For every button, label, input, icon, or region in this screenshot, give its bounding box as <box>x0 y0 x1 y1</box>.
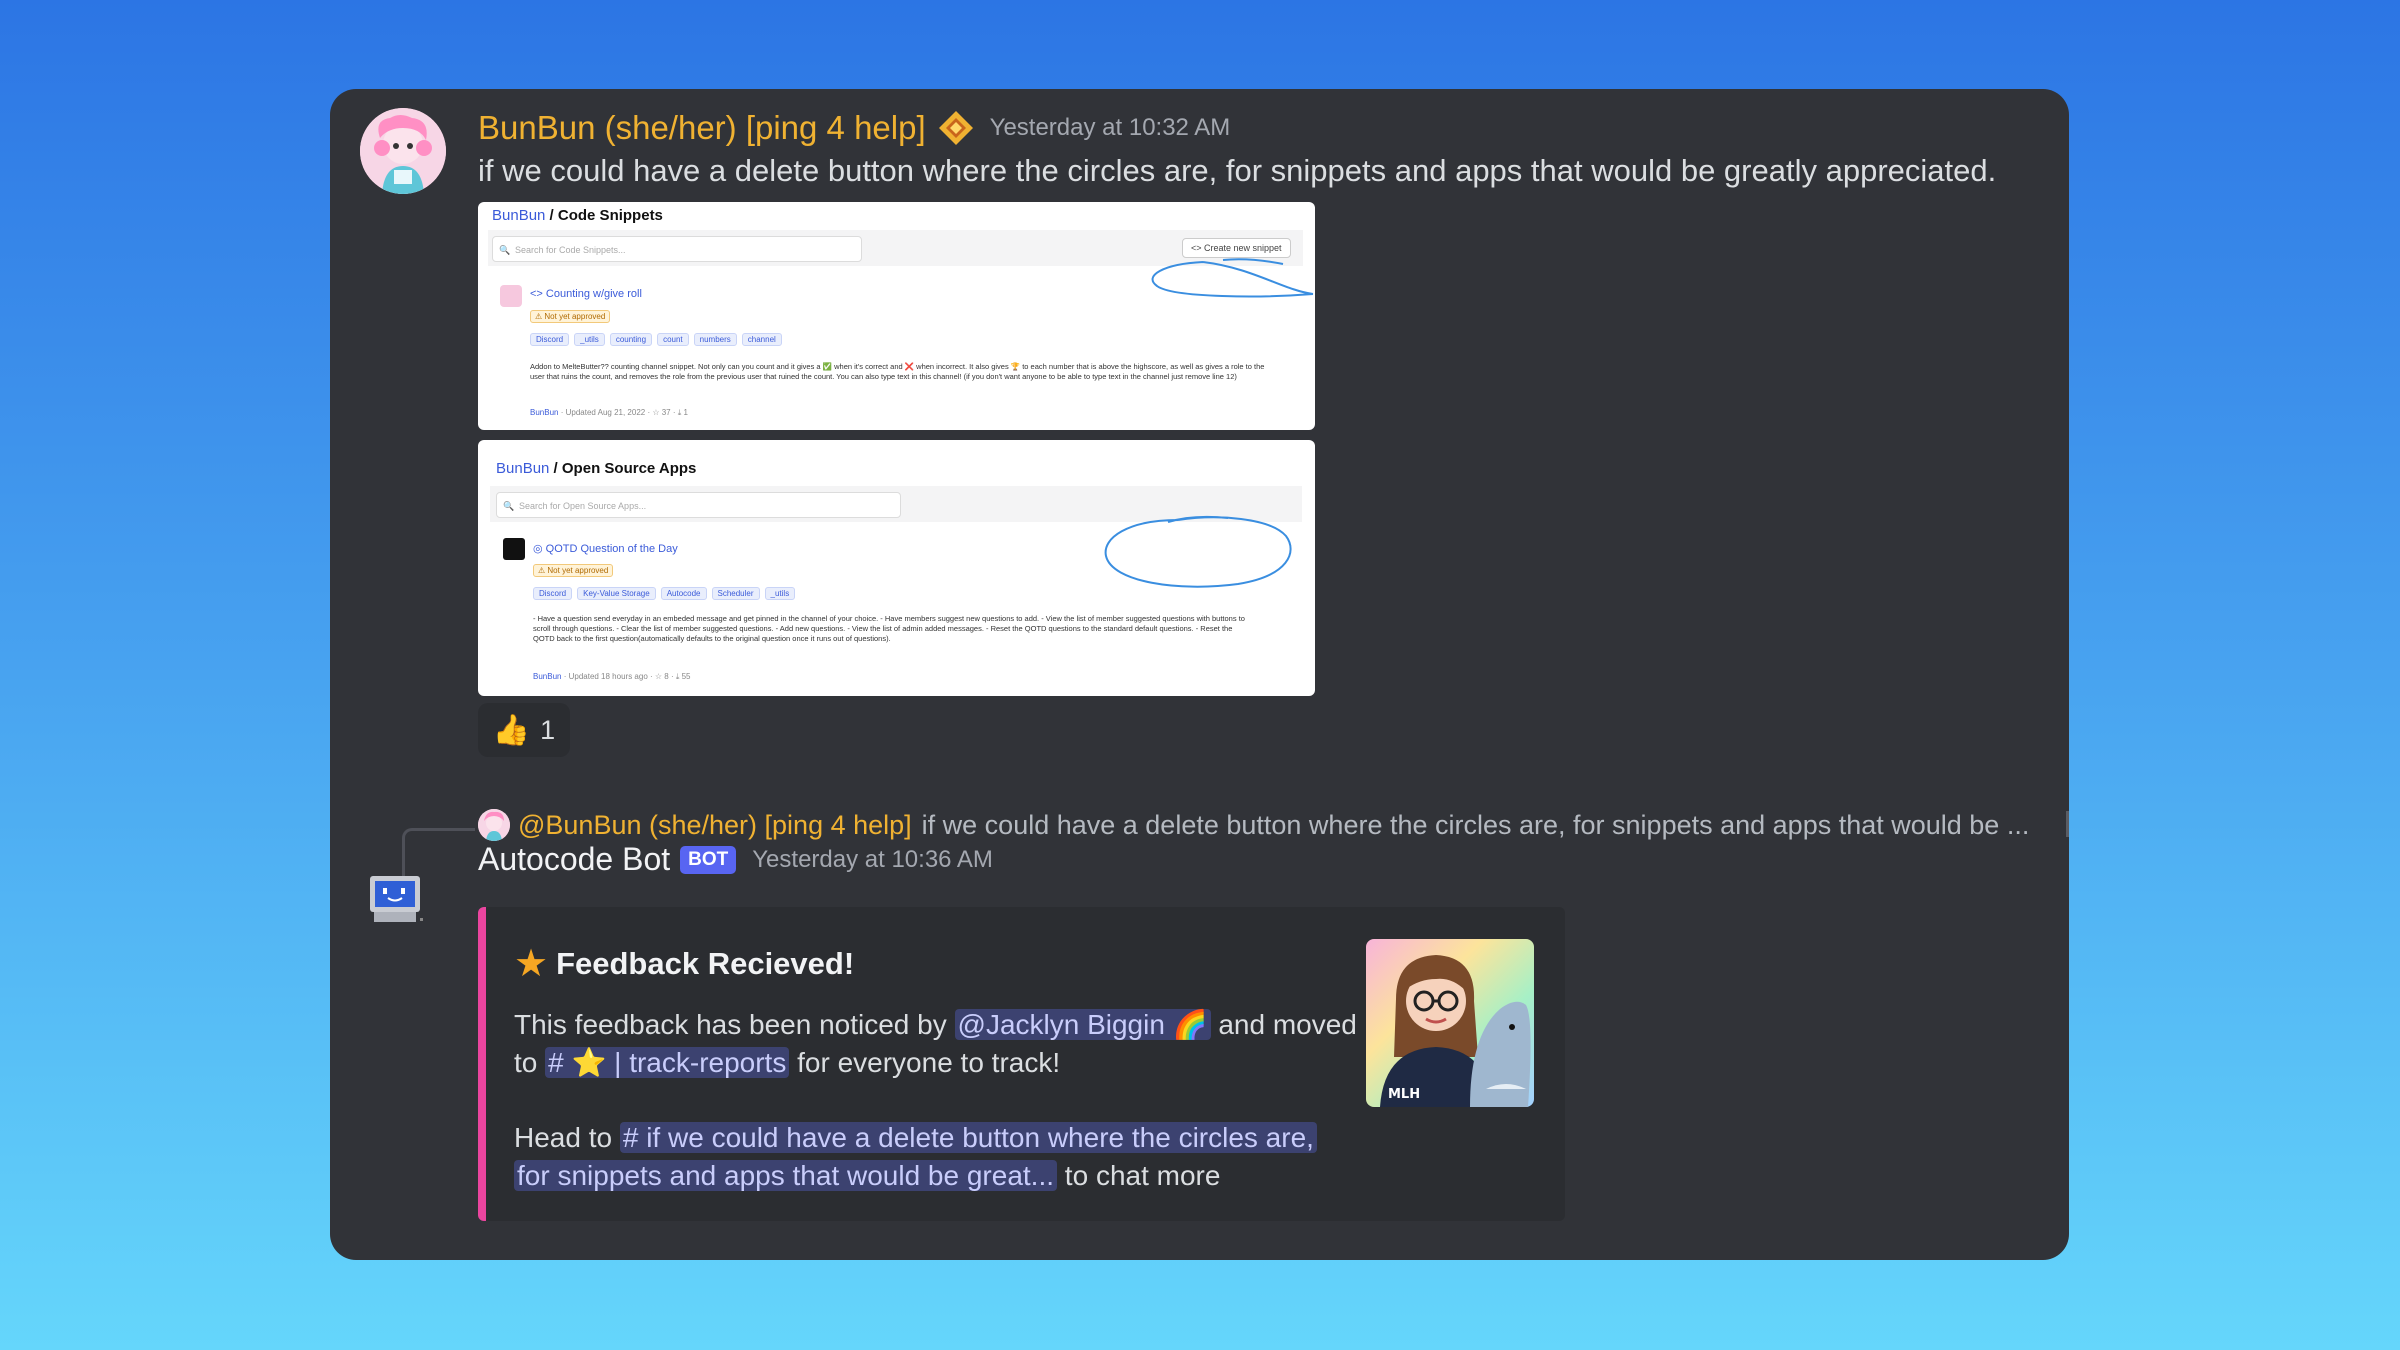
embed-line-3: Head to # if we could have a delete butt… <box>514 1119 1317 1157</box>
snippet-avatar <box>500 285 522 307</box>
thread-mention[interactable]: for snippets and apps that would be grea… <box>514 1160 1058 1191</box>
app-icon <box>503 538 525 560</box>
message-header: BunBun (she/her) [ping 4 help] Yesterday… <box>478 109 1230 147</box>
channel-mention[interactable]: # ⭐ | track-reports <box>545 1047 790 1078</box>
chat-window: BunBun (she/her) [ping 4 help] Yesterday… <box>330 89 2069 1260</box>
tag: Discord <box>530 333 570 346</box>
thumbs-up-icon: 👍 <box>492 713 531 747</box>
tag: Autocode <box>660 587 707 600</box>
gold-diamond-badge-icon <box>938 110 974 146</box>
tag: _utils <box>764 587 796 600</box>
message-timestamp: Yesterday at 10:32 AM <box>989 114 1231 141</box>
annotation-circle <box>1104 515 1292 588</box>
attachment-breadcrumb: BunBun / Code Snippets <box>492 207 663 224</box>
embed-line-2: to # ⭐ | track-reports for everyone to t… <box>514 1047 1061 1078</box>
message-header: Autocode Bot BOT Yesterday at 10:36 AM <box>478 841 993 878</box>
image-attachment-code-snippets[interactable]: BunBun / Code Snippets Search for Code S… <box>478 202 1315 430</box>
tag-list: Discord Key-Value Storage Autocode Sched… <box>533 587 796 600</box>
embed-line-4: for snippets and apps that would be grea… <box>514 1157 1220 1195</box>
tag: Scheduler <box>711 587 760 600</box>
username[interactable]: Autocode Bot <box>478 841 670 878</box>
reply-avatar <box>478 809 510 841</box>
tag: channel <box>741 333 782 346</box>
thread-mention[interactable]: # if we could have a delete button where… <box>619 1122 1317 1153</box>
tag: Discord <box>533 587 573 600</box>
reply-author[interactable]: @BunBun (she/her) [ping 4 help] <box>518 810 912 841</box>
tag: numbers <box>693 333 737 346</box>
user-avatar[interactable] <box>360 108 446 194</box>
snippet-description: Addon to MelteButter?? counting channel … <box>530 362 1265 381</box>
snippet-meta: BunBun · Updated Aug 21, 2022 · ☆ 37 · ⤓… <box>530 408 688 417</box>
app-title: ◎ QOTD Question of the Day <box>533 543 678 555</box>
status-badge: ⚠ Not yet approved <box>533 564 614 577</box>
feedback-embed: ★ Feedback Recieved! This feedback has b… <box>478 907 1565 1221</box>
attachment-search-input: Search for Code Snippets... <box>492 236 862 263</box>
star-icon: ★ <box>514 943 549 985</box>
image-attachment-open-source-apps[interactable]: BunBun / Open Source Apps Search for Ope… <box>478 440 1315 696</box>
tag: Key-Value Storage <box>577 587 656 600</box>
annotation-circle <box>1151 258 1314 298</box>
embed-line-1: This feedback has been noticed by @Jackl… <box>514 1009 1357 1040</box>
message-text: if we could have a delete button where t… <box>478 153 1997 188</box>
thumbnail-label: MLH <box>1388 1087 1421 1102</box>
attachment-search-input: Search for Open Source Apps... <box>496 492 901 519</box>
bot-tag: BOT <box>680 845 737 874</box>
tag: counting <box>609 333 653 346</box>
bot-avatar[interactable] <box>368 872 424 928</box>
message-timestamp: Yesterday at 10:36 AM <box>752 845 993 873</box>
reaction-thumbs-up[interactable]: 👍 1 <box>478 703 570 757</box>
app-description: - Have a question send everyday in an em… <box>533 614 1245 643</box>
tag: _utils <box>574 333 605 346</box>
snippet-title: <> Counting w/give roll <box>530 288 642 300</box>
tag: count <box>657 333 689 346</box>
reaction-count: 1 <box>540 714 556 745</box>
reply-preview[interactable]: @BunBun (she/her) [ping 4 help] if we co… <box>478 809 2029 841</box>
tag-list: Discord _utils counting count numbers ch… <box>530 333 782 346</box>
attachment-breadcrumb: BunBun / Open Source Apps <box>496 460 697 477</box>
embed-title: ★ Feedback Recieved! <box>514 943 855 985</box>
app-meta: BunBun · Updated 18 hours ago · ☆ 8 · ⤓ … <box>533 672 691 681</box>
username[interactable]: BunBun (she/her) [ping 4 help] <box>478 109 926 147</box>
embed-thumbnail[interactable]: MLH <box>1366 939 1534 1107</box>
user-mention[interactable]: @Jacklyn Biggin 🌈 <box>954 1009 1211 1040</box>
status-badge: ⚠ Not yet approved <box>530 310 611 323</box>
reply-text: if we could have a delete button where t… <box>921 809 2030 840</box>
scroll-edge-marker <box>2066 811 2069 837</box>
